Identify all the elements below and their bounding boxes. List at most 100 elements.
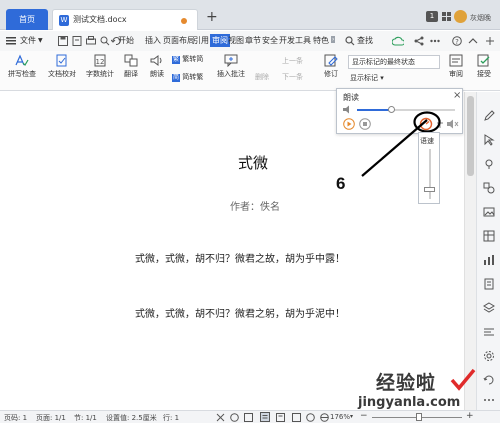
focus-mode-icon[interactable] <box>292 413 301 422</box>
volume-knob[interactable] <box>388 106 396 113</box>
help-icon[interactable]: ? <box>452 36 462 46</box>
spellcheck-icon <box>15 54 29 66</box>
menu-view[interactable]: 视图 <box>228 35 244 46</box>
delete-comment-button[interactable]: 删除 <box>250 72 274 82</box>
word-count-button[interactable]: 12 字数统计 <box>82 54 118 79</box>
settings-icon[interactable] <box>483 350 495 362</box>
markup-mode-select[interactable]: 显示标记的最终状态 <box>348 55 440 69</box>
print-preview-icon[interactable] <box>100 36 110 46</box>
scrollbar-thumb[interactable] <box>467 96 474 176</box>
table-icon[interactable] <box>483 230 495 242</box>
backup-icon[interactable] <box>483 374 495 386</box>
doc-check-label: 文档校对 <box>48 70 76 78</box>
eye-protection-icon[interactable] <box>306 413 315 422</box>
watermark-url: jingyanla.com <box>358 395 461 410</box>
export-pdf-icon[interactable] <box>72 36 82 46</box>
menu-featured[interactable]: 特色 <box>313 35 329 46</box>
review-button[interactable]: 审阅 <box>444 54 468 79</box>
volume-fill <box>357 109 392 111</box>
unsaved-dot-icon[interactable] <box>181 18 187 24</box>
chart-icon[interactable] <box>483 254 495 266</box>
close-icon[interactable]: × <box>453 90 461 101</box>
location-icon[interactable] <box>483 158 495 170</box>
share-icon[interactable] <box>414 36 424 46</box>
tab-document[interactable]: W 测试文档.docx <box>52 9 198 30</box>
save-icon[interactable] <box>58 36 68 46</box>
chevron-down-icon[interactable]: ▼ <box>38 37 43 44</box>
zoom-value[interactable]: 176% <box>330 413 350 421</box>
document-author: 作者：佚名 <box>230 202 280 213</box>
chevron-up-icon[interactable] <box>468 36 478 46</box>
status-setting-value[interactable]: 设置值: 2.5厘米 <box>106 413 157 423</box>
zoom-dropdown-icon[interactable]: ▾ <box>350 413 353 420</box>
page-view-icon[interactable] <box>260 412 270 422</box>
status-pages[interactable]: 页面: 1/1 <box>36 413 66 423</box>
document-icon[interactable] <box>483 278 495 290</box>
outline-view-icon[interactable] <box>216 413 225 422</box>
cloud-sync-icon[interactable] <box>392 36 404 46</box>
track-changes-button[interactable]: 修订 <box>318 54 344 79</box>
new-tab-button[interactable]: + <box>206 9 218 25</box>
accept-button[interactable]: 接受 <box>472 54 496 79</box>
delete-label: 删除 <box>255 73 269 81</box>
search-icon[interactable] <box>345 36 355 46</box>
insert-comment-label: 插入批注 <box>217 70 245 78</box>
menu-page-layout[interactable]: 页面布局 <box>163 35 195 46</box>
print-icon[interactable] <box>86 36 96 46</box>
image-icon[interactable] <box>483 206 495 218</box>
full-screen-icon[interactable] <box>276 413 285 422</box>
doc-check-button[interactable]: 文档校对 <box>44 54 80 79</box>
shapes-icon[interactable] <box>483 182 495 194</box>
spellcheck-button[interactable]: 拼写检查 <box>4 54 40 79</box>
accept-icon <box>477 54 490 67</box>
avatar[interactable] <box>454 10 467 23</box>
vertical-scrollbar[interactable] <box>464 92 476 410</box>
next-comment-button[interactable]: 下一条 <box>282 72 312 82</box>
menu-references[interactable]: 引用 <box>193 35 209 46</box>
trad-to-simp-button[interactable]: 繁 繁转简 <box>172 54 210 64</box>
menu-insert[interactable]: 插入 <box>145 35 161 46</box>
document-paragraph: 式微，式微，胡不归？微君之故，胡为乎中露！ <box>135 254 345 265</box>
zoom-slider-knob[interactable] <box>416 413 422 421</box>
reading-mode-icon[interactable] <box>244 413 253 422</box>
insert-comment-button[interactable]: 插入批注 <box>214 54 248 79</box>
web-view-icon[interactable] <box>320 413 329 422</box>
menu-start[interactable]: 开始 <box>118 35 134 46</box>
search-label[interactable]: 查找 <box>357 35 373 46</box>
translate-button[interactable]: 翻译 <box>118 54 144 79</box>
username-label[interactable]: 灰烟晚 <box>470 13 491 23</box>
layers-icon[interactable] <box>483 302 495 314</box>
mute-icon[interactable] <box>447 119 459 129</box>
more-menu-icon[interactable]: › <box>331 36 336 43</box>
status-section[interactable]: 节: 1/1 <box>74 413 97 423</box>
comment-icon <box>224 54 238 67</box>
menu-file[interactable]: 文件 <box>20 35 36 46</box>
window-count-badge[interactable]: 1 <box>426 11 438 22</box>
menu-review[interactable]: 审阅 <box>210 34 230 47</box>
web-layout-icon[interactable] <box>230 413 239 422</box>
menu-security[interactable]: 安全 <box>262 35 278 46</box>
more-tools-icon[interactable] <box>483 394 495 406</box>
more-options-icon[interactable] <box>430 36 440 46</box>
pen-icon[interactable] <box>483 110 495 122</box>
zoom-out-button[interactable]: − <box>360 411 368 421</box>
status-page-number[interactable]: 页码: 1 <box>4 413 27 423</box>
read-aloud-button[interactable]: 朗读 <box>146 54 168 79</box>
prev-comment-button[interactable]: 上一条 <box>282 56 312 66</box>
speed-slider-knob[interactable] <box>424 187 435 192</box>
zoom-in-button[interactable]: + <box>466 411 474 421</box>
tab-home[interactable]: 首页 <box>6 9 48 30</box>
cursor-icon[interactable] <box>483 134 495 146</box>
status-line[interactable]: 行: 1 <box>163 413 179 423</box>
menu-developer[interactable]: 开发工具 <box>279 35 311 46</box>
grid-view-icon[interactable] <box>442 12 451 21</box>
menu-chapter[interactable]: 章节 <box>245 35 261 46</box>
format-icon[interactable] <box>483 326 495 338</box>
menu-bar: 文件 ▼ 开始 插入 页面布局 引用 审阅 视图 章节 安全 开发工具 特色 ›… <box>0 31 500 51</box>
hamburger-icon[interactable] <box>6 37 16 45</box>
spellcheck-label: 拼写检查 <box>8 70 36 78</box>
volume-icon[interactable] <box>343 105 353 114</box>
show-markup-button[interactable]: 显示标记 ▾ <box>350 73 400 83</box>
simp-to-trad-button[interactable]: 简 简转繁 <box>172 72 212 82</box>
minimize-ribbon-icon[interactable] <box>485 36 495 46</box>
